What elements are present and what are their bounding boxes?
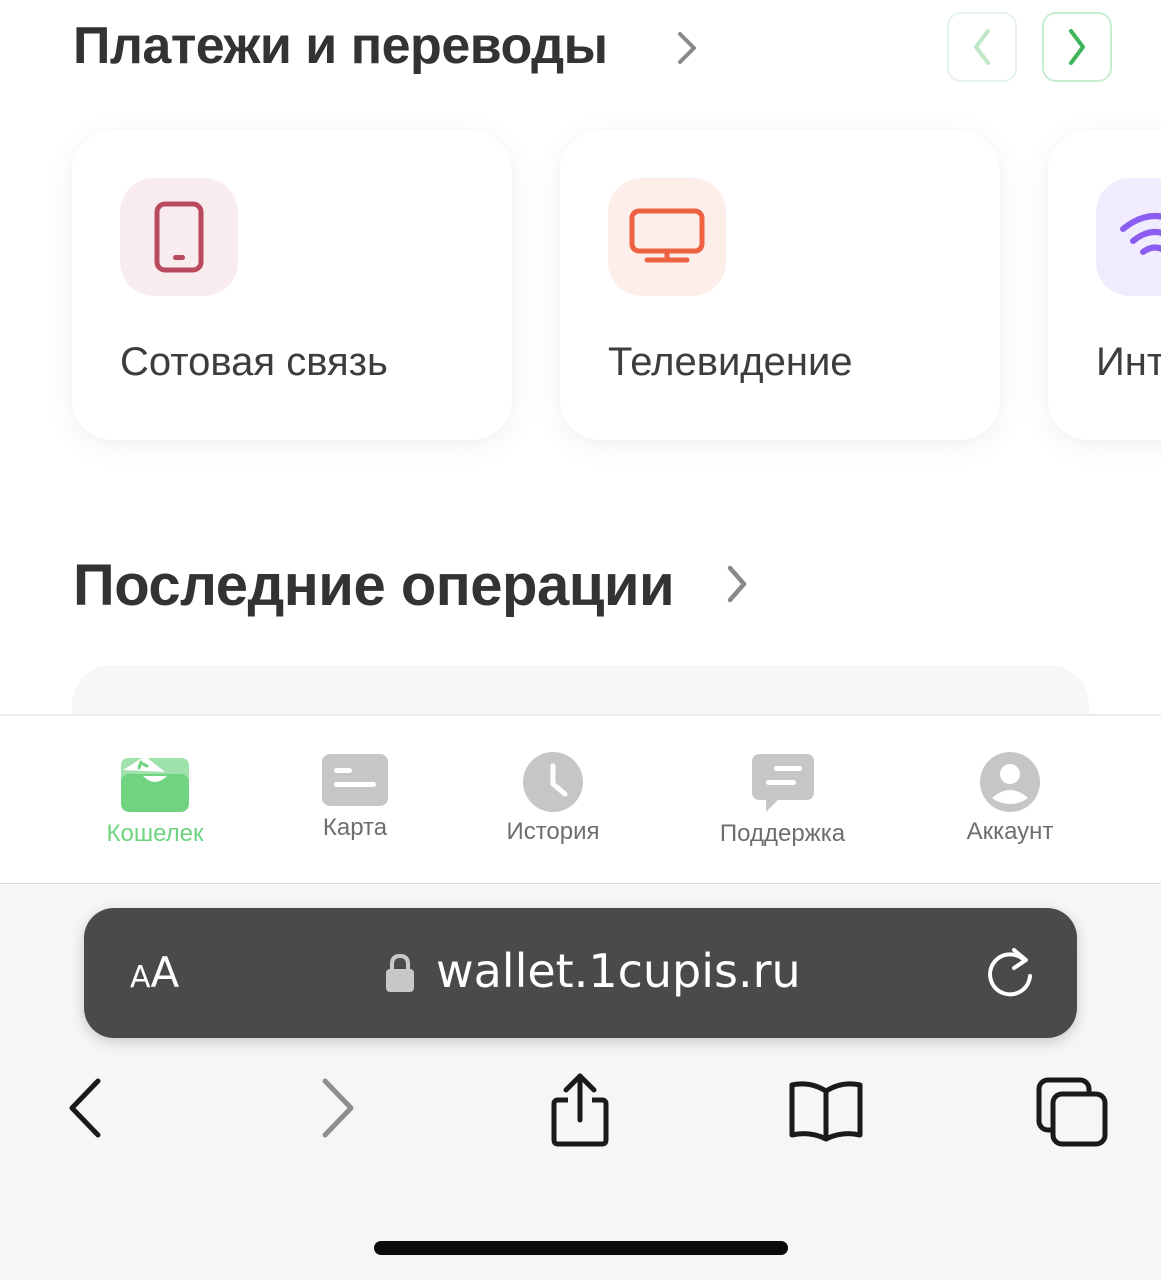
bookmarks-icon[interactable] — [788, 1081, 864, 1148]
share-icon[interactable] — [548, 1072, 612, 1153]
chevron-right-icon[interactable] — [722, 564, 750, 609]
payment-card-tv[interactable]: Телевидение — [560, 130, 1000, 440]
tab-support[interactable]: Поддержка — [705, 752, 860, 848]
url-text[interactable]: wallet.1cupis.ru — [436, 944, 801, 998]
chevron-right-icon[interactable] — [672, 30, 700, 71]
payment-card-mobile[interactable]: Сотовая связь — [72, 130, 512, 440]
app-bottom-nav: Кошелек Карта История Поддержка Аккаунт — [0, 714, 1161, 884]
chevron-left-icon — [974, 29, 990, 65]
user-icon — [980, 752, 1040, 812]
carousel-next-button[interactable] — [1042, 12, 1112, 82]
tab-label: Карта — [322, 814, 388, 841]
payment-card-label: Сотовая связь — [120, 340, 388, 384]
payments-title[interactable]: Платежи и переводы — [73, 14, 608, 78]
card-icon — [322, 754, 388, 806]
forward-icon[interactable] — [315, 1075, 361, 1146]
payment-card-label: Телевидение — [608, 340, 853, 384]
clock-icon — [523, 752, 583, 812]
tv-icon — [608, 178, 726, 296]
tab-label: Аккаунт — [966, 818, 1054, 845]
wallet-icon — [121, 756, 189, 812]
tab-label: История — [506, 818, 600, 845]
carousel-prev-button[interactable] — [947, 12, 1017, 82]
tab-label: Поддержка — [719, 820, 846, 847]
tab-card[interactable]: Карта — [300, 752, 410, 842]
home-indicator — [374, 1241, 788, 1255]
tab-account[interactable]: Аккаунт — [950, 752, 1070, 846]
back-icon[interactable] — [62, 1075, 108, 1146]
lock-icon — [386, 953, 414, 997]
payment-card-internet[interactable]: Инт — [1048, 130, 1161, 440]
address-bar[interactable]: AA wallet.1cupis.ru — [84, 908, 1077, 1038]
chat-icon — [751, 754, 814, 812]
smartphone-icon — [120, 178, 238, 296]
tabs-icon[interactable] — [1036, 1077, 1108, 1152]
tab-label: Кошелек — [106, 820, 204, 847]
wifi-icon — [1096, 178, 1161, 296]
chevron-right-icon — [1069, 29, 1085, 65]
reload-icon[interactable] — [984, 944, 1038, 1007]
payment-card-label: Инт — [1096, 340, 1161, 384]
tab-wallet[interactable]: Кошелек — [100, 752, 210, 848]
page: Платежи и переводы Сотовая связь Телевид… — [0, 0, 1161, 1280]
operations-title[interactable]: Последние операции — [73, 552, 675, 620]
browser-chrome: AA wallet.1cupis.ru — [0, 885, 1161, 1280]
tab-history[interactable]: История — [493, 752, 613, 846]
text-size-button[interactable]: AA — [130, 948, 179, 997]
